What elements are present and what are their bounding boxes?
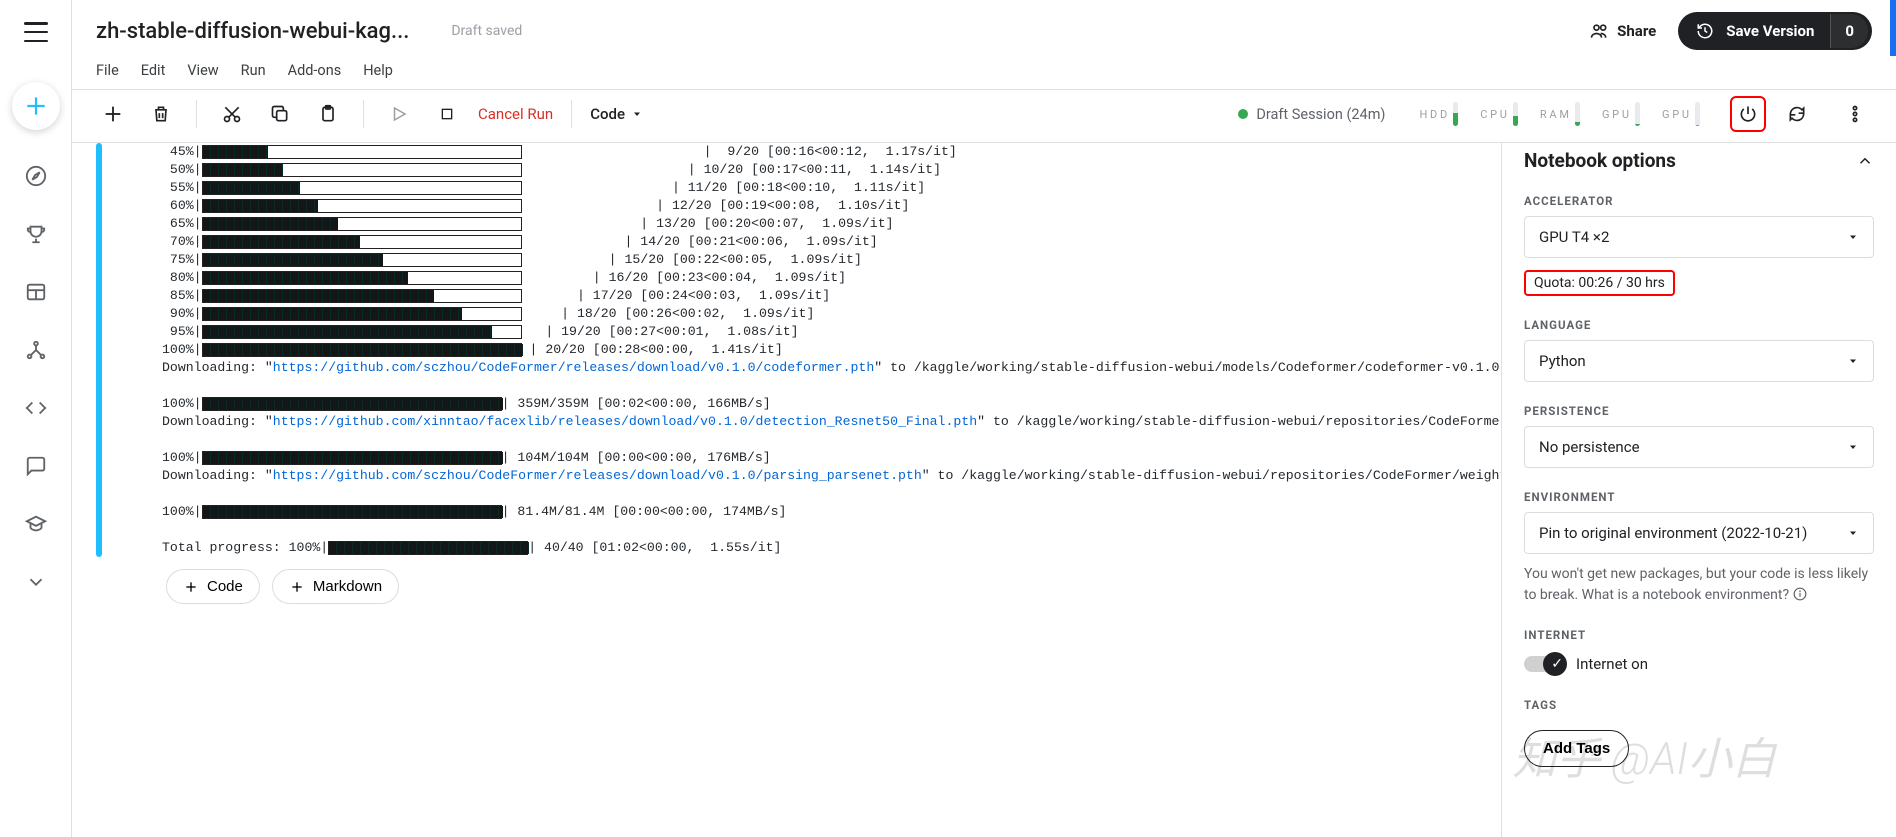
chevron-down-icon[interactable] [24, 570, 48, 594]
language-select[interactable]: Python [1524, 340, 1874, 382]
stop-button[interactable] [430, 97, 464, 131]
menu-view[interactable]: View [187, 62, 218, 79]
table-icon[interactable] [24, 280, 48, 304]
scrollbar-top-marker [1890, 0, 1896, 56]
cell-gutter[interactable] [96, 143, 102, 557]
share-icon [1589, 21, 1609, 41]
caret-down-icon [1847, 441, 1859, 453]
menubar: File Edit View Run Add-ons Help [72, 50, 1896, 89]
gpu-meter-1: G P U [1602, 102, 1640, 126]
output-cell: 45%| | 9/20 [00:16<00:12, 1.17s/it] 50%|… [96, 143, 1501, 557]
add-code-cell-button[interactable]: Code [166, 569, 260, 604]
accelerator-label: ACCELERATOR [1524, 194, 1874, 208]
paste-button[interactable] [311, 97, 345, 131]
hdd-meter: H D D [1419, 102, 1458, 126]
refresh-button[interactable] [1780, 97, 1814, 131]
header: zh-stable-diffusion-webui-kag... Draft s… [72, 0, 1896, 50]
internet-label: INTERNET [1524, 628, 1874, 642]
learn-icon[interactable] [24, 512, 48, 536]
version-count: 0 [1830, 14, 1868, 48]
copy-button[interactable] [263, 97, 297, 131]
environment-note: You won't get new packages, but your cod… [1524, 564, 1874, 606]
create-button[interactable] [12, 82, 60, 130]
cpu-meter: C P U [1480, 102, 1518, 126]
caret-down-icon [1847, 527, 1859, 539]
menu-addons[interactable]: Add-ons [288, 62, 342, 79]
add-tags-button[interactable]: Add Tags [1524, 730, 1629, 767]
persistence-label: PERSISTENCE [1524, 404, 1874, 418]
gpu-meter-2: G P U [1662, 102, 1700, 126]
run-cell-button[interactable] [382, 97, 416, 131]
session-status[interactable]: Draft Session (24m) [1238, 106, 1385, 123]
menu-run[interactable]: Run [241, 62, 266, 79]
menu-edit[interactable]: Edit [141, 62, 166, 79]
notebook-title[interactable]: zh-stable-diffusion-webui-kag... [96, 19, 409, 44]
toolbar: Cancel Run Code Draft Session (24m) H D … [72, 89, 1896, 143]
cell-output: 45%| | 9/20 [00:16<00:12, 1.17s/it] 50%|… [162, 143, 1501, 557]
add-cell-button[interactable] [96, 97, 130, 131]
caret-down-icon [631, 108, 643, 120]
accelerator-select[interactable]: GPU T4 ×2 [1524, 216, 1874, 258]
share-button[interactable]: Share [1589, 21, 1656, 41]
quota-badge: Quota: 00:26 / 30 hrs [1524, 270, 1675, 296]
discussions-icon[interactable] [24, 454, 48, 478]
resource-meters: H D D C P U R A M G P U G P U [1419, 102, 1700, 126]
code-icon[interactable] [24, 396, 48, 420]
menu-help[interactable]: Help [363, 62, 393, 79]
cell-type-dropdown[interactable]: Code [590, 105, 643, 123]
editor-area: 45%| | 9/20 [00:16<00:12, 1.17s/it] 50%|… [72, 143, 1501, 837]
internet-status: Internet on [1576, 655, 1648, 673]
status-dot-icon [1238, 109, 1248, 119]
internet-toggle[interactable]: ✓ [1524, 656, 1564, 672]
tags-label: TAGS [1524, 698, 1874, 712]
cut-button[interactable] [215, 97, 249, 131]
compass-icon[interactable] [24, 164, 48, 188]
save-version-button[interactable]: Save Version 0 [1678, 12, 1872, 50]
environment-select[interactable]: Pin to original environment (2022-10-21) [1524, 512, 1874, 554]
hamburger-menu[interactable] [24, 22, 48, 42]
add-markdown-cell-button[interactable]: Markdown [272, 569, 399, 604]
language-label: LANGUAGE [1524, 318, 1874, 332]
info-icon[interactable] [1793, 587, 1807, 601]
caret-down-icon [1847, 231, 1859, 243]
side-panel-header[interactable]: Notebook options [1524, 149, 1874, 172]
history-icon [1696, 22, 1714, 40]
main-area: zh-stable-diffusion-webui-kag... Draft s… [72, 0, 1896, 837]
ram-meter: R A M [1540, 102, 1580, 126]
delete-cell-button[interactable] [144, 97, 178, 131]
models-icon[interactable] [24, 338, 48, 362]
draft-status: Draft saved [451, 23, 522, 39]
side-panel: Notebook options ACCELERATOR GPU T4 ×2 Q… [1501, 143, 1896, 837]
trophy-icon[interactable] [24, 222, 48, 246]
left-rail [0, 0, 72, 837]
chevron-up-icon [1856, 152, 1874, 170]
menu-file[interactable]: File [96, 62, 119, 79]
kebab-menu[interactable] [1838, 97, 1872, 131]
cancel-run-button[interactable]: Cancel Run [478, 105, 553, 123]
environment-label: ENVIRONMENT [1524, 490, 1874, 504]
persistence-select[interactable]: No persistence [1524, 426, 1874, 468]
power-button[interactable] [1730, 96, 1766, 132]
caret-down-icon [1847, 355, 1859, 367]
